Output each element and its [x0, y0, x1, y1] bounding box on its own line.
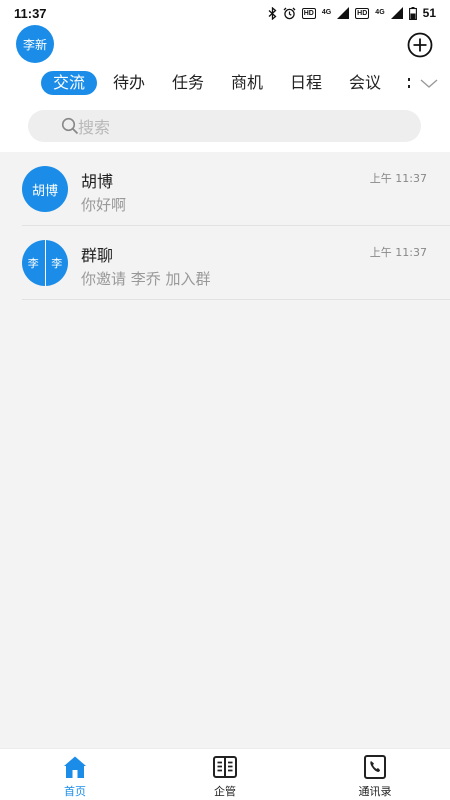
tab-shangji[interactable]: 商机	[231, 71, 263, 95]
chevron-down-icon[interactable]	[418, 72, 440, 94]
battery-level: 51	[422, 6, 436, 20]
nav-item-home[interactable]: 首页	[0, 749, 150, 800]
search-icon	[61, 117, 79, 135]
group-avatar: 李 李	[22, 240, 68, 286]
bluetooth-icon	[268, 6, 277, 20]
nav-item-management[interactable]: 企管	[150, 749, 300, 800]
tab-renwu[interactable]: 任务	[172, 71, 204, 95]
nav-label-contacts: 通讯录	[358, 785, 392, 798]
group-avatar-left: 李	[27, 257, 39, 270]
alarm-icon	[283, 7, 296, 19]
header: 李新	[0, 24, 450, 64]
contacts-phone-icon	[364, 755, 386, 779]
group-avatar-right: 李	[51, 257, 63, 270]
conversation-name: 群聊	[81, 246, 114, 265]
conversation-preview: 你邀请 李乔 加入群	[81, 270, 211, 288]
conversation-item[interactable]: 李 李 群聊 你邀请 李乔 加入群 上午 11:37	[0, 226, 450, 300]
status-bar: 11:37 HD 4G HD 4G 51	[0, 0, 450, 26]
overflow-tab-fragment	[408, 78, 410, 88]
nav-item-contacts[interactable]: 通讯录	[300, 749, 450, 800]
category-tabs: 交流 待办 任务 商机 日程 会议	[0, 68, 450, 100]
hd-badge-1: HD	[301, 7, 316, 19]
user-avatar[interactable]: 李新	[16, 25, 54, 63]
book-icon	[213, 756, 237, 778]
add-icon[interactable]	[407, 32, 433, 58]
tab-jiaoliu[interactable]: 交流	[41, 71, 98, 95]
conversation-avatar: 胡博	[22, 166, 68, 212]
conversation-time: 上午 11:37	[369, 246, 427, 259]
status-time: 11:37	[14, 5, 47, 21]
battery-icon	[408, 6, 417, 20]
conversation-item[interactable]: 胡博 胡博 你好啊 上午 11:37	[0, 152, 450, 226]
conversation-preview: 你好啊	[81, 196, 127, 214]
tab-richeng[interactable]: 日程	[290, 71, 322, 95]
status-icons: HD 4G HD 4G 51	[268, 6, 436, 20]
hd-badge-2: HD	[355, 7, 370, 19]
search-placeholder: 搜索	[78, 118, 111, 137]
nav-label-home: 首页	[64, 785, 86, 798]
search-bar[interactable]: 搜索	[28, 110, 421, 142]
network-type-1: 4G	[321, 9, 332, 16]
conversation-list: 胡博 胡博 你好啊 上午 11:37 李 李 群聊 你邀请 李乔 加入群 上午 …	[0, 152, 450, 748]
bottom-nav: 首页 企管 通讯录	[0, 748, 450, 800]
conversation-name: 胡博	[81, 172, 114, 191]
divider	[22, 299, 450, 300]
signal-icon-1	[337, 7, 350, 19]
home-icon	[64, 756, 86, 778]
tab-daiban[interactable]: 待办	[113, 71, 145, 95]
network-type-2: 4G	[375, 9, 385, 16]
nav-label-management: 企管	[214, 785, 236, 798]
tab-huiyi[interactable]: 会议	[349, 71, 381, 95]
conversation-time: 上午 11:37	[369, 172, 427, 185]
signal-icon-2	[390, 7, 403, 19]
